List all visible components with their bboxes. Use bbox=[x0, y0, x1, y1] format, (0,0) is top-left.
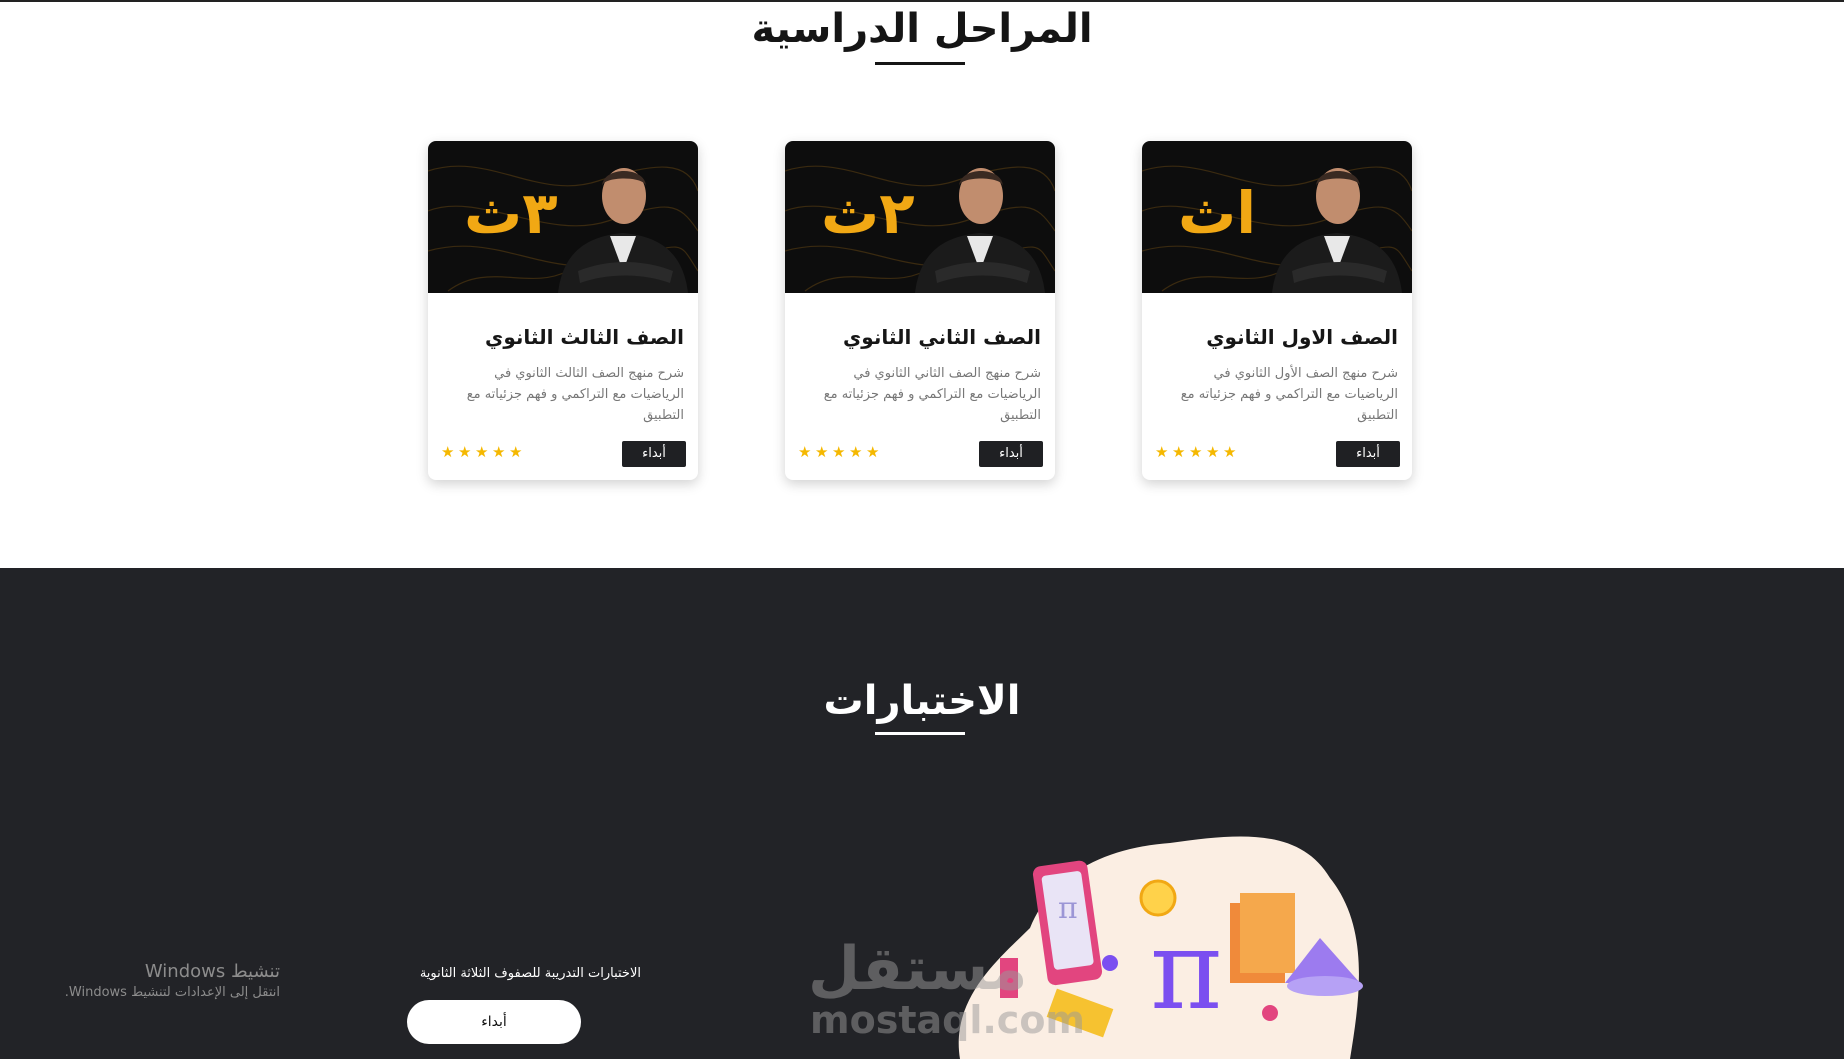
teacher-photo bbox=[1272, 168, 1402, 293]
card-description: شرح منهج الصف الثالث الثانوي في الرياضيا… bbox=[466, 366, 684, 423]
grade-badge: ٣ث bbox=[464, 179, 560, 247]
mostaql-watermark: مستقل mostaql.com bbox=[808, 934, 1085, 1054]
card-title: الصف الثالث الثانوي bbox=[485, 325, 684, 349]
star-icon: ★ bbox=[1206, 443, 1220, 461]
star-icon: ★ bbox=[492, 443, 506, 461]
card-description: شرح منهج الصف الثاني الثانوي في الرياضيا… bbox=[823, 366, 1041, 423]
svg-text:π: π bbox=[1150, 906, 1222, 1034]
card-title: الصف الثاني الثانوي bbox=[842, 325, 1041, 349]
stage-card-first: اث الصف الاول الثانوي شرح منهج الصف الأو… bbox=[1142, 141, 1412, 480]
windows-activation-notice: تنشيط Windows انتقل إلى الإعدادات لتنشيط… bbox=[30, 960, 280, 1002]
card-image: ٢ث bbox=[785, 141, 1055, 293]
star-icon: ★ bbox=[1189, 443, 1203, 461]
star-icon: ★ bbox=[798, 443, 812, 461]
svg-text:π: π bbox=[1058, 891, 1078, 926]
exams-description: الاختبارات التدريبة للصفوف الثلاثة الثان… bbox=[419, 966, 641, 981]
stage-card-third: ٣ث الصف الثالث الثانوي شرح منهج الصف الث… bbox=[428, 141, 698, 480]
rating-stars: ★ ★ ★ ★ ★ bbox=[441, 445, 524, 460]
star-icon: ★ bbox=[849, 443, 863, 461]
teacher-photo bbox=[558, 168, 688, 293]
start-button[interactable]: أبداء bbox=[1336, 441, 1400, 467]
star-icon: ★ bbox=[1223, 443, 1237, 461]
exams-start-button[interactable]: أبداء bbox=[407, 1000, 581, 1044]
start-button[interactable]: أبداء bbox=[979, 441, 1043, 467]
watermark-arabic: مستقل bbox=[808, 934, 1028, 1004]
star-icon: ★ bbox=[1172, 443, 1186, 461]
card-description: شرح منهج الصف الأول الثانوي في الرياضيات… bbox=[1180, 366, 1398, 423]
exams-title: الاختبارات bbox=[823, 678, 1021, 724]
card-image: اث bbox=[1142, 141, 1412, 293]
start-button[interactable]: أبداء bbox=[622, 441, 686, 467]
stages-section: المراحل الدراسية ٣ث الصف الثالث الثانوي … bbox=[0, 2, 1844, 568]
activation-hint: انتقل إلى الإعدادات لتنشيط Windows. bbox=[64, 985, 280, 1000]
star-icon: ★ bbox=[509, 443, 523, 461]
rating-stars: ★ ★ ★ ★ ★ bbox=[798, 445, 881, 460]
grade-badge: ٢ث bbox=[821, 179, 917, 247]
star-icon: ★ bbox=[866, 443, 880, 461]
card-image: ٣ث bbox=[428, 141, 698, 293]
stage-card-second: ٢ث الصف الثاني الثانوي شرح منهج الصف الث… bbox=[785, 141, 1055, 480]
watermark-latin: mostaql.com bbox=[810, 998, 1086, 1042]
star-icon: ★ bbox=[815, 443, 829, 461]
star-icon: ★ bbox=[832, 443, 846, 461]
rating-stars: ★ ★ ★ ★ ★ bbox=[1155, 445, 1238, 460]
star-icon: ★ bbox=[1155, 443, 1169, 461]
star-icon: ★ bbox=[458, 443, 472, 461]
teacher-photo bbox=[915, 168, 1045, 293]
stages-title: المراحل الدراسية bbox=[751, 6, 1093, 52]
activation-title: تنشيط Windows bbox=[144, 961, 280, 982]
star-icon: ★ bbox=[475, 443, 489, 461]
star-icon: ★ bbox=[441, 443, 455, 461]
stages-title-underline bbox=[875, 62, 965, 65]
card-title: الصف الاول الثانوي bbox=[1206, 325, 1398, 349]
exams-section: الاختبارات تنشيط Windows انتقل إلى الإعد… bbox=[0, 568, 1844, 1059]
grade-badge: اث bbox=[1178, 179, 1258, 247]
exams-title-underline bbox=[875, 732, 965, 735]
